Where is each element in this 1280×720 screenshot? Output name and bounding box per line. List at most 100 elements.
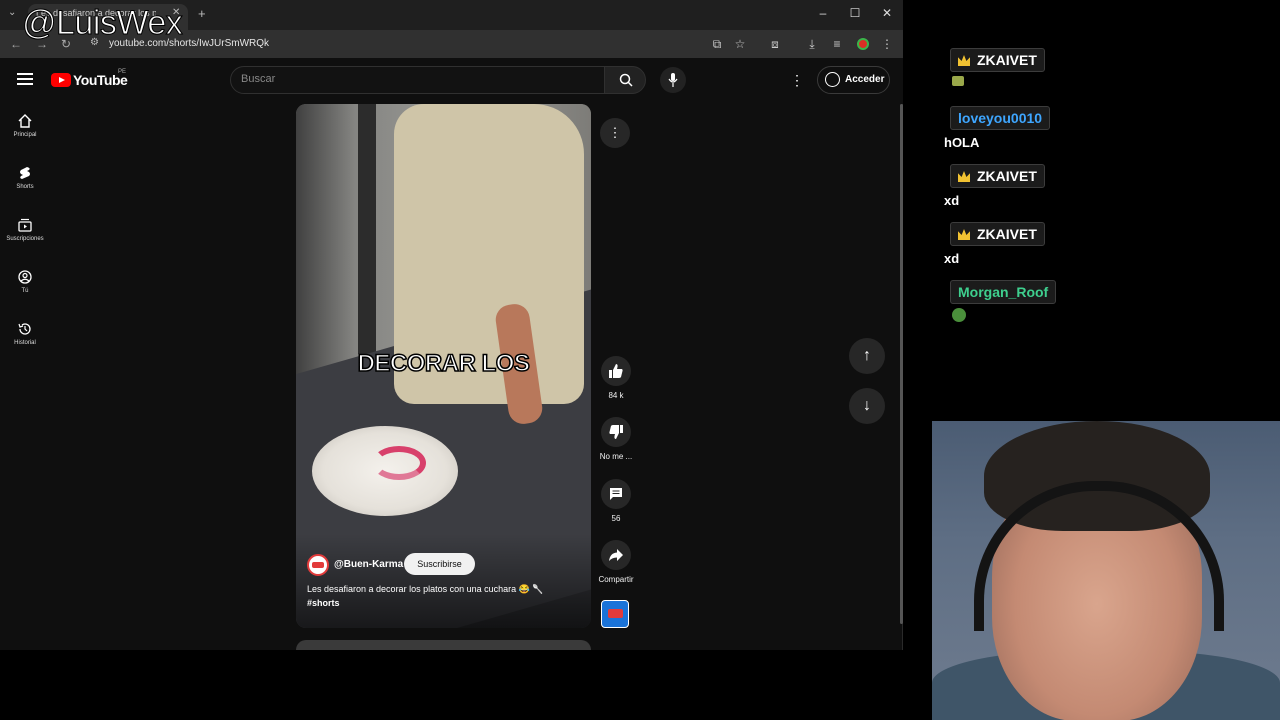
channel-avatar[interactable] <box>307 554 329 576</box>
browser-menu-icon[interactable]: ⋮ <box>880 37 894 51</box>
search-icon <box>619 73 633 87</box>
video-scene-sauce <box>372 446 426 480</box>
close-window-icon[interactable]: ✕ <box>880 6 894 20</box>
sidebar-item-label: Shorts <box>16 184 34 190</box>
chat-message: Morgan_Roof <box>944 280 1057 322</box>
crown-badge-icon <box>958 55 970 66</box>
sidebar-item-shorts[interactable]: Shorts <box>0 166 50 210</box>
youtube-header: YouTube PE ⋮ Acceder <box>0 58 903 104</box>
chat-text: hOLA <box>944 135 980 150</box>
signin-button[interactable]: Acceder <box>817 66 890 94</box>
chat-username-text: ZKAIVET <box>977 52 1037 68</box>
more-options-icon[interactable]: ⋮ <box>600 118 630 148</box>
comments-button[interactable] <box>601 479 631 509</box>
voice-search-button[interactable] <box>660 67 686 93</box>
like-action: 84 k <box>598 356 634 400</box>
crown-badge-icon <box>958 171 970 182</box>
channel-thumbnail[interactable] <box>601 600 629 628</box>
chat-message: loveyou0010 hOLA <box>944 106 1051 150</box>
dislike-button[interactable] <box>601 417 631 447</box>
sidebar: Principal Shorts Suscripciones Tú Histor… <box>0 104 50 650</box>
like-count: 84 k <box>608 391 624 400</box>
microphone-icon <box>668 73 678 87</box>
sidebar-item-label: Suscripciones <box>6 236 44 242</box>
url-field[interactable]: ⚙ youtube.com/shorts/IwJUrSmWRQk <box>84 34 784 54</box>
sidebar-item-home[interactable]: Principal <box>0 114 50 158</box>
search-box <box>230 66 605 94</box>
chat-username-text: ZKAIVET <box>977 226 1037 242</box>
chat-message: ZKAIVET xd <box>944 164 1045 208</box>
crown-badge-icon <box>958 229 970 240</box>
share-action: Compartir <box>598 540 634 584</box>
thumbs-down-icon <box>609 425 623 439</box>
downloads-icon[interactable]: ⤓ <box>805 37 819 52</box>
chat-text: xd <box>944 193 960 208</box>
history-icon <box>18 323 31 335</box>
webcam-feed <box>932 421 1280 720</box>
sidebar-item-label: Principal <box>13 132 37 138</box>
share-icon <box>609 549 623 561</box>
search-button[interactable] <box>604 66 646 94</box>
video-hashtag[interactable]: #shorts <box>307 598 340 608</box>
youtube-logo-icon[interactable] <box>51 73 71 87</box>
reading-list-icon[interactable]: ≡ <box>830 37 844 51</box>
sidebar-item-history[interactable]: Historial <box>0 322 50 366</box>
channel-name[interactable]: @Buen-Karma <box>334 559 403 570</box>
comment-count: 56 <box>611 514 621 523</box>
previous-short-button[interactable]: ↑ <box>849 338 885 374</box>
dislike-label: No me ... <box>599 452 633 461</box>
chat-text: xd <box>944 251 960 266</box>
profile-avatar[interactable] <box>857 38 869 50</box>
chat-message: ZKAIVET xd <box>944 222 1045 266</box>
video-scene-door <box>358 104 376 354</box>
region-code: PE <box>118 69 127 75</box>
back-icon[interactable]: ← <box>10 37 22 51</box>
tab-search-icon[interactable]: ⌄ <box>8 7 16 18</box>
sidebar-item-label: Historial <box>14 340 36 346</box>
search-input[interactable] <box>241 73 581 85</box>
extensions-icon[interactable]: ⧈ <box>768 37 782 52</box>
next-short-button[interactable]: ↓ <box>849 388 885 424</box>
video-caption: DECORAR LOS <box>357 349 531 378</box>
sidebar-item-subscriptions[interactable]: Suscripciones <box>0 218 50 262</box>
chat-emote-icon <box>952 308 966 322</box>
browser-window: ⌄ Les desafiaron a decorar los pl... ✕ +… <box>0 0 903 650</box>
like-button[interactable] <box>601 356 631 386</box>
cast-icon[interactable]: ⧉ <box>710 37 724 52</box>
share-button[interactable] <box>601 540 631 570</box>
minimize-icon[interactable]: – <box>816 6 830 20</box>
new-tab-icon[interactable]: + <box>198 6 206 21</box>
page-scrollbar[interactable] <box>900 104 903 624</box>
next-short-preview[interactable] <box>296 640 591 650</box>
chat-username-text: ZKAIVET <box>977 168 1037 184</box>
comment-icon <box>610 488 622 500</box>
chat-username: loveyou0010 <box>950 106 1051 130</box>
signin-label: Acceder <box>845 74 885 85</box>
shorts-icon <box>20 167 30 179</box>
share-label: Compartir <box>598 575 634 584</box>
menu-icon[interactable] <box>17 73 33 85</box>
streamer-watermark: @LuisWex <box>21 4 183 43</box>
thumbs-up-icon <box>609 364 623 378</box>
account-icon <box>825 72 840 87</box>
maximize-icon[interactable]: ☐ <box>848 6 862 20</box>
subscriptions-icon <box>18 218 32 232</box>
video-title: Les desafiaron a decorar los platos con … <box>307 584 544 594</box>
dislike-action: No me ... <box>598 417 634 461</box>
comments-action: 56 <box>598 479 634 523</box>
bookmark-star-icon[interactable]: ☆ <box>733 37 747 51</box>
settings-menu-icon[interactable]: ⋮ <box>790 72 804 89</box>
sidebar-item-label: Tú <box>21 288 29 294</box>
subscribe-button[interactable]: Suscribirse <box>404 553 475 575</box>
chat-username: ZKAIVET <box>950 164 1045 188</box>
chat-message: ZKAIVET <box>944 48 1045 86</box>
chat-username: ZKAIVET <box>950 222 1045 246</box>
sidebar-item-you[interactable]: Tú <box>0 270 50 314</box>
chat-emote-icon <box>952 76 964 86</box>
chat-username: Morgan_Roof <box>950 280 1057 304</box>
shorts-video-player[interactable]: DECORAR LOS @Buen-Karma Suscribirse Les … <box>296 104 591 628</box>
chat-username: ZKAIVET <box>950 48 1045 72</box>
home-icon <box>18 114 32 128</box>
you-icon <box>18 270 32 284</box>
player-shade <box>296 534 591 628</box>
